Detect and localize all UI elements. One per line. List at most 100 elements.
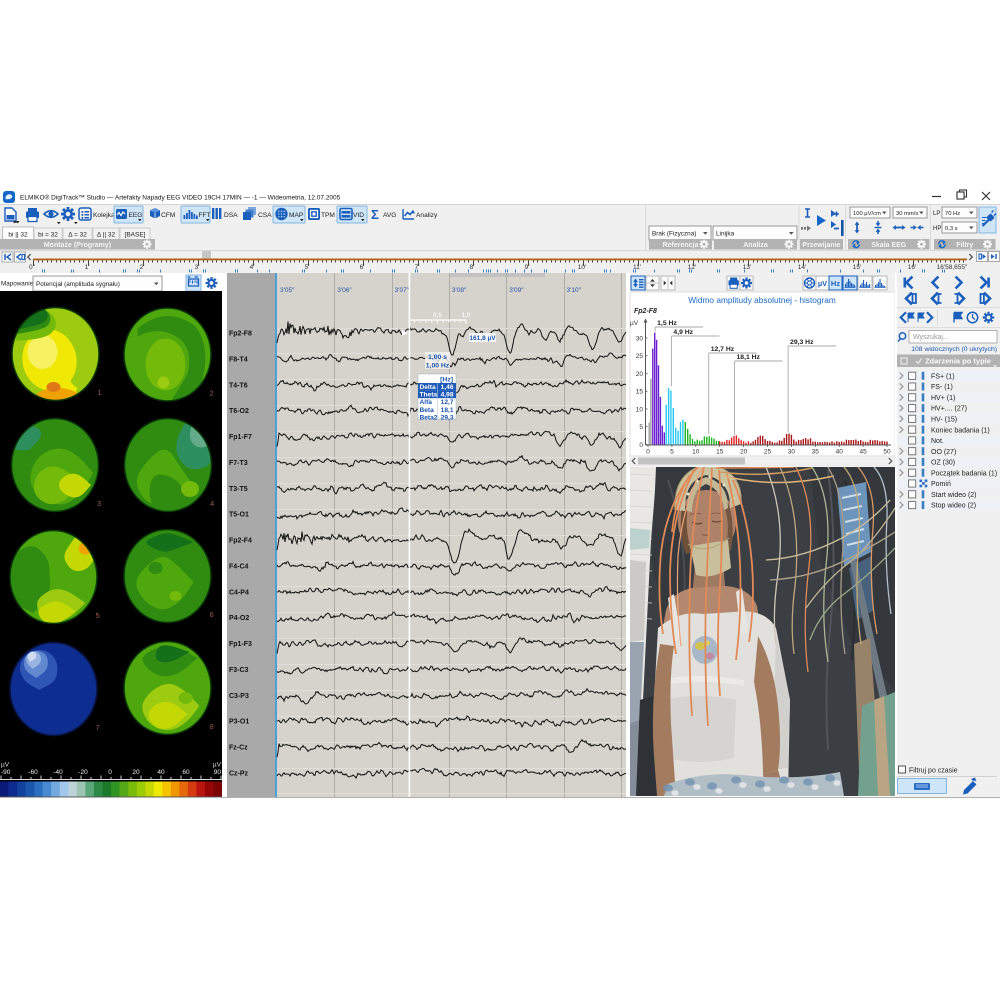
svg-text:µV: µV	[1, 762, 10, 769]
svg-text:10: 10	[692, 449, 700, 456]
svg-text:Fz-Cz: Fz-Cz	[229, 745, 248, 752]
svg-text:40: 40	[836, 449, 844, 456]
svg-text:ELMIKO® DigiTrack™ Studio —: ELMIKO® DigiTrack™ Studio — Artefakty Na…	[20, 194, 341, 202]
svg-text:Przewijanie: Przewijanie	[802, 242, 840, 249]
svg-text:12,7: 12,7	[441, 399, 454, 406]
svg-text:Brak (Fizyczna): Brak (Fizyczna)	[652, 230, 696, 237]
svg-text:Not.: Not.	[931, 438, 944, 445]
svg-text:100 µV/cm: 100 µV/cm	[853, 211, 881, 217]
svg-text:3'08″: 3'08″	[452, 287, 467, 294]
svg-text:14′: 14′	[798, 264, 807, 271]
svg-text:Mapowanie:: Mapowanie:	[1, 281, 35, 288]
svg-text:Potencjał (amplituda sygnału): Potencjał (amplituda sygnału)	[36, 281, 120, 288]
svg-text:2′: 2′	[140, 264, 146, 271]
svg-text:16′: 16′	[908, 264, 917, 271]
svg-text:HV+ (1): HV+ (1)	[931, 395, 955, 402]
svg-text:70 Hz: 70 Hz	[945, 211, 960, 217]
svg-text:F7-T3: F7-T3	[229, 460, 248, 467]
svg-text:20: 20	[740, 449, 748, 456]
svg-text:Fp1-F7: Fp1-F7	[229, 434, 252, 441]
svg-text:EEG: EEG	[129, 212, 143, 219]
svg-text:0: 0	[646, 449, 650, 456]
svg-text:Fp2-F4: Fp2-F4	[229, 538, 252, 545]
svg-text:3'10″: 3'10″	[567, 287, 582, 294]
svg-text:18,1 Hz: 18,1 Hz	[737, 354, 761, 361]
svg-text:Skala EEG: Skala EEG	[871, 242, 907, 249]
svg-text:Delta: Delta	[420, 384, 436, 391]
svg-text:HV+.... (27): HV+.... (27)	[931, 406, 967, 413]
svg-text:108 widocznych (0 ukrytych): 108 widocznych (0 ukrytych)	[911, 346, 997, 353]
svg-text:161,8 µV: 161,8 µV	[469, 335, 496, 342]
svg-text:0″: 0″	[29, 264, 36, 271]
svg-text:4: 4	[210, 499, 214, 508]
svg-text:16′58,655″: 16′58,655″	[937, 264, 968, 271]
svg-text:4′: 4′	[250, 264, 256, 271]
svg-text:25: 25	[636, 353, 644, 360]
svg-text:Wyszukaj...: Wyszukaj...	[913, 334, 949, 341]
svg-text:1′: 1′	[85, 264, 91, 271]
svg-text:15: 15	[636, 389, 644, 396]
svg-text:1,0: 1,0	[461, 312, 470, 319]
svg-text:Referencja: Referencja	[663, 242, 699, 249]
svg-text:12,7 Hz: 12,7 Hz	[711, 346, 735, 353]
svg-text:C4-P4: C4-P4	[229, 589, 249, 596]
svg-text:Δ || 32: Δ || 32	[97, 232, 116, 239]
svg-text:4,98: 4,98	[441, 392, 454, 399]
svg-text:DSA: DSA	[224, 212, 238, 219]
svg-text:FS- (1): FS- (1)	[931, 384, 953, 391]
svg-text:0: 0	[108, 769, 112, 776]
svg-text:VID: VID	[353, 212, 364, 219]
svg-text:[BASE]: [BASE]	[125, 232, 146, 239]
svg-text:5: 5	[96, 611, 100, 620]
svg-text:LP: LP	[933, 211, 940, 217]
svg-text:FFT: FFT	[199, 212, 211, 219]
svg-text:Linijka: Linijka	[716, 230, 735, 237]
svg-text:Początek badania (1): Początek badania (1)	[931, 470, 997, 477]
svg-text:35: 35	[812, 449, 820, 456]
svg-text:Theta: Theta	[420, 392, 438, 399]
svg-text:20: 20	[132, 769, 140, 776]
svg-text:30: 30	[636, 335, 644, 342]
svg-text:FS+ (1): FS+ (1)	[931, 373, 955, 380]
svg-text:3: 3	[97, 499, 101, 508]
svg-text:µV: µV	[818, 279, 827, 288]
svg-text:3'06″: 3'06″	[337, 287, 352, 294]
svg-text:Zdarzenia po typie: Zdarzenia po typie	[925, 357, 991, 366]
svg-text:1,46: 1,46	[441, 384, 454, 391]
svg-text:90: 90	[214, 769, 222, 776]
svg-text:Fp2-F8: Fp2-F8	[229, 331, 252, 338]
svg-text:30 mm/s: 30 mm/s	[896, 211, 918, 217]
svg-text:CSA: CSA	[258, 212, 272, 219]
svg-text:Beta: Beta	[420, 407, 435, 414]
svg-text:Filtry: Filtry	[956, 242, 973, 249]
svg-text:P4-O2: P4-O2	[229, 615, 249, 622]
svg-text:T6-O2: T6-O2	[229, 408, 249, 415]
svg-text:MAP: MAP	[289, 212, 304, 219]
svg-text:40: 40	[157, 769, 165, 776]
svg-text:Hz: Hz	[831, 279, 840, 288]
svg-text:-90: -90	[1, 769, 11, 776]
svg-text:Analiza: Analiza	[743, 242, 768, 249]
svg-text:bi = 32: bi = 32	[38, 232, 58, 239]
svg-text:F8-T4: F8-T4	[229, 356, 248, 363]
svg-text:20: 20	[636, 371, 644, 378]
svg-text:Beta2: Beta2	[420, 414, 438, 421]
svg-text:F4-C4: F4-C4	[229, 563, 249, 570]
svg-text:6′: 6′	[360, 264, 366, 271]
svg-text:OO (27): OO (27)	[931, 449, 956, 456]
svg-text:2: 2	[210, 389, 214, 398]
svg-text:5: 5	[639, 424, 643, 431]
svg-text:3'09″: 3'09″	[509, 287, 524, 294]
svg-text:Widmo amplitudy absolutnej - h: Widmo amplitudy absolutnej - histogram	[688, 295, 836, 305]
svg-text:Pomiń: Pomiń	[931, 481, 951, 488]
svg-text:Analizy: Analizy	[416, 212, 438, 219]
svg-text:F3-C3: F3-C3	[229, 667, 249, 674]
svg-text:7: 7	[96, 723, 100, 732]
svg-text:3'07″: 3'07″	[395, 287, 410, 294]
svg-text:Δ = 32: Δ = 32	[68, 232, 87, 239]
svg-text:4,9 Hz: 4,9 Hz	[673, 329, 693, 336]
svg-text:Filtruj po czasie: Filtruj po czasie	[909, 768, 958, 775]
svg-text:25: 25	[764, 449, 772, 456]
svg-text:50: 50	[883, 449, 891, 456]
svg-text:Cz-Pz: Cz-Pz	[229, 770, 249, 777]
